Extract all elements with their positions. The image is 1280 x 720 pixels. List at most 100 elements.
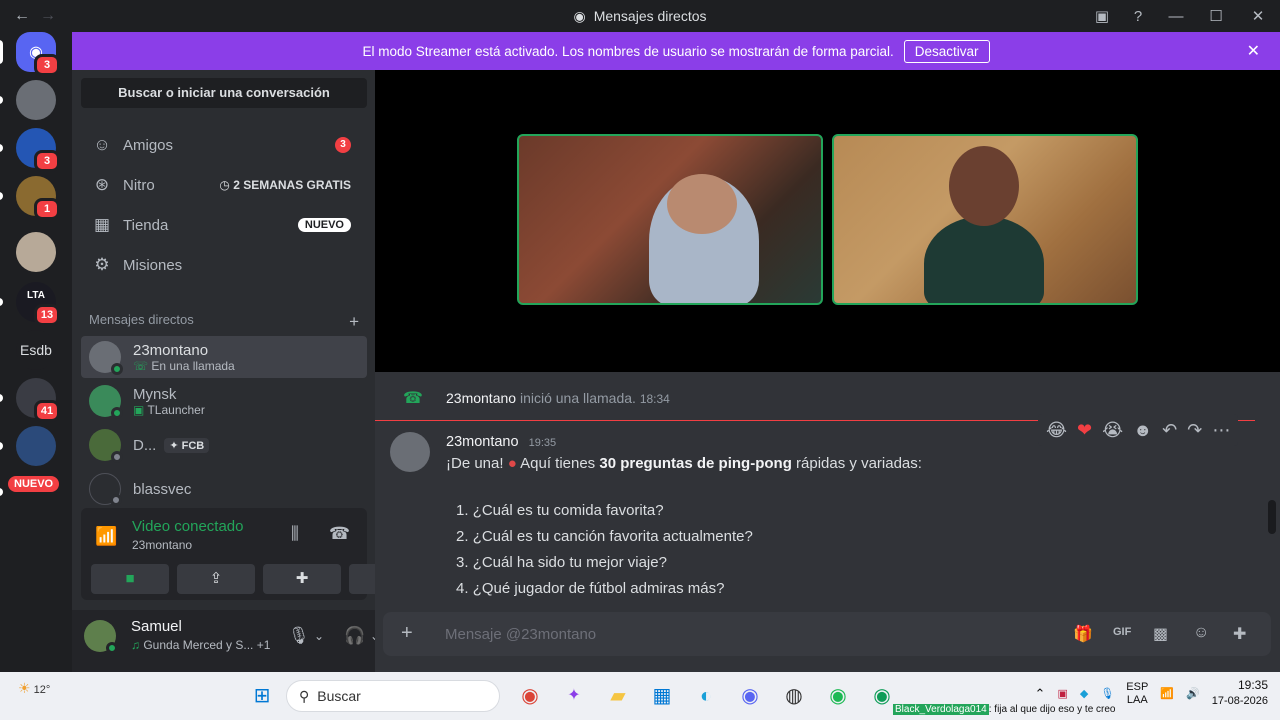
nav-friends-label: Amigos xyxy=(123,136,174,154)
chrome-profile-icon[interactable]: ◉ xyxy=(868,682,896,710)
add-reaction-icon[interactable]: ☻ xyxy=(1133,420,1152,441)
clock[interactable]: 19:35 17-08-2026 xyxy=(1212,678,1268,709)
attach-plus-icon[interactable]: + xyxy=(401,622,413,645)
gif-icon[interactable]: GIF xyxy=(1113,626,1131,638)
activities-button[interactable]: ✚ xyxy=(263,564,341,594)
chevron-up-icon[interactable]: ⌃ xyxy=(1035,686,1046,702)
headphones-icon[interactable]: 🎧 xyxy=(344,626,365,646)
server-list: ◉ 3 3 1 LTA 13 Esdb 41 NUEVO xyxy=(0,32,72,672)
laugh-emoji-icon[interactable]: 😂 xyxy=(1046,420,1067,441)
inbox-icon[interactable]: ▣ xyxy=(1084,7,1120,25)
cry-emoji-icon[interactable]: 😭 xyxy=(1102,420,1123,441)
maximize-button[interactable]: ☐ xyxy=(1196,7,1236,25)
emoji-icon[interactable]: ☺ xyxy=(1193,624,1209,642)
avatar[interactable] xyxy=(84,620,118,654)
file-explorer-icon[interactable]: ▰ xyxy=(604,682,632,710)
dm-name: blassvec xyxy=(133,480,192,498)
edge-icon[interactable]: ◐ xyxy=(692,682,720,710)
minimize-button[interactable]: — xyxy=(1156,8,1196,25)
disconnect-icon[interactable]: ☎ xyxy=(329,524,350,544)
server-icon-2[interactable]: 3 xyxy=(0,128,60,172)
tray-app-icon[interactable]: ▣ xyxy=(1057,687,1067,700)
microphone-icon[interactable]: 🎙 xyxy=(1100,687,1114,700)
nav-quests[interactable]: ⚙ Misiones xyxy=(81,245,367,285)
language-indicator[interactable]: ESP LAA xyxy=(1126,681,1148,707)
dm-name: 23montano xyxy=(133,341,209,359)
more-icon[interactable]: ⋯ xyxy=(1212,420,1230,441)
avatar xyxy=(89,429,123,463)
copilot-icon[interactable]: ✦ xyxy=(560,682,588,710)
nav-nitro[interactable]: ⊛ Nitro ◷ 2 SEMANAS GRATIS xyxy=(81,165,367,205)
server-icon-4[interactable] xyxy=(16,232,56,272)
window-title: Mensajes directos xyxy=(593,8,707,24)
apps-icon[interactable]: ✚ xyxy=(1233,624,1246,644)
new-tag: NUEVO xyxy=(8,476,60,492)
spotify-icon[interactable]: ◉ xyxy=(824,682,852,710)
obs-icon[interactable]: ◍ xyxy=(780,682,808,710)
new-badge: NUEVO xyxy=(297,218,351,232)
deactivate-button[interactable]: Desactivar xyxy=(903,39,990,63)
taskbar-search[interactable]: ⚲ Buscar xyxy=(286,680,500,712)
nav-shop[interactable]: ▦ Tienda NUEVO xyxy=(81,205,367,245)
message-composer: + 🎁 GIF ▩ ☺ ✚ xyxy=(383,612,1271,656)
user-name[interactable]: Samuel xyxy=(131,618,182,635)
close-button[interactable]: ✕ xyxy=(1236,7,1280,25)
streamer-mode-banner: El modo Streamer está activado. Los nomb… xyxy=(72,32,1280,70)
search-conversation-button[interactable]: Buscar o iniciar una conversación xyxy=(81,78,367,108)
tlauncher-icon: ▣ xyxy=(133,402,148,417)
server-icon-lta[interactable]: LTA 13 xyxy=(0,282,60,326)
dm-avatar-1[interactable] xyxy=(0,80,56,120)
start-button[interactable]: ⊞ xyxy=(248,682,276,710)
nav-friends[interactable]: ☺ Amigos 3 xyxy=(81,125,367,165)
camera-button[interactable]: ■ xyxy=(91,564,169,594)
server-icon-new[interactable]: NUEVO xyxy=(0,472,60,512)
taskbar-search-label: Buscar xyxy=(317,688,361,704)
friends-badge: 3 xyxy=(335,137,351,153)
shop-icon: ▦ xyxy=(93,215,111,234)
wifi-icon[interactable]: 📶 xyxy=(1160,687,1174,700)
scrollbar[interactable] xyxy=(1268,500,1276,534)
ping-pong-icon: ● xyxy=(507,455,517,472)
message-input[interactable] xyxy=(445,612,1045,656)
voice-status[interactable]: Video conectado xyxy=(132,518,243,535)
noise-suppression-icon[interactable]: ⫼ xyxy=(291,524,299,544)
help-icon[interactable]: ? xyxy=(1120,8,1156,25)
avatar[interactable] xyxy=(390,432,430,472)
dm-item-23montano[interactable]: 23montano En una llamada xyxy=(81,336,367,378)
server-icon-esdb[interactable]: Esdb xyxy=(16,330,56,370)
server-icon-3[interactable]: 1 xyxy=(0,176,60,220)
discord-taskbar-icon[interactable]: ◉ xyxy=(736,682,764,710)
weather-icon[interactable]: ☀ xyxy=(18,680,31,696)
dm-item-blassvec[interactable]: blassvec xyxy=(81,468,367,510)
list-item: 2. ¿Cuál es tu canción favorita actualme… xyxy=(456,528,753,545)
chevron-down-icon[interactable]: ⌄ xyxy=(314,629,324,643)
create-dm-plus-icon[interactable]: + xyxy=(349,312,359,332)
system-user[interactable]: 23montano xyxy=(446,390,516,406)
question-list: 1. ¿Cuál es tu comida favorita? 2. ¿Cuál… xyxy=(456,500,753,604)
close-icon[interactable]: ✕ xyxy=(1247,41,1260,61)
forward-icon[interactable]: ↷ xyxy=(1187,420,1202,441)
video-tile-1[interactable] xyxy=(517,134,823,305)
heart-emoji-icon[interactable]: ❤ xyxy=(1077,420,1092,441)
call-area xyxy=(375,70,1280,372)
system-action: inició una llamada. xyxy=(519,390,636,406)
quests-icon: ⚙ xyxy=(94,255,110,274)
store-icon[interactable]: ▦ xyxy=(648,682,676,710)
video-tile-2[interactable] xyxy=(832,134,1138,305)
signal-icon: 📶 xyxy=(95,526,118,546)
tray-app-icon-2[interactable]: ◆ xyxy=(1080,687,1088,700)
dm-item-d[interactable]: D... ✦ FCB xyxy=(81,424,367,466)
reply-icon[interactable]: ↶ xyxy=(1162,420,1177,441)
dm-status: En una llamada xyxy=(133,359,234,373)
microphone-icon[interactable]: 🎙 xyxy=(288,626,310,646)
message-author[interactable]: 23montano xyxy=(446,434,519,450)
screenshare-button[interactable]: ⇪ xyxy=(177,564,255,594)
dm-item-mynsk[interactable]: Mynsk ▣ TLauncher xyxy=(81,380,367,422)
gift-icon[interactable]: 🎁 xyxy=(1073,624,1093,644)
volume-icon[interactable]: 🔊 xyxy=(1186,687,1200,700)
server-icon-7[interactable]: 41 xyxy=(0,378,60,422)
discord-home-button[interactable]: ◉ 3 xyxy=(0,32,60,76)
chrome-icon[interactable]: ◉ xyxy=(516,682,544,710)
sticker-icon[interactable]: ▩ xyxy=(1153,624,1168,644)
server-icon-8[interactable] xyxy=(0,426,56,466)
